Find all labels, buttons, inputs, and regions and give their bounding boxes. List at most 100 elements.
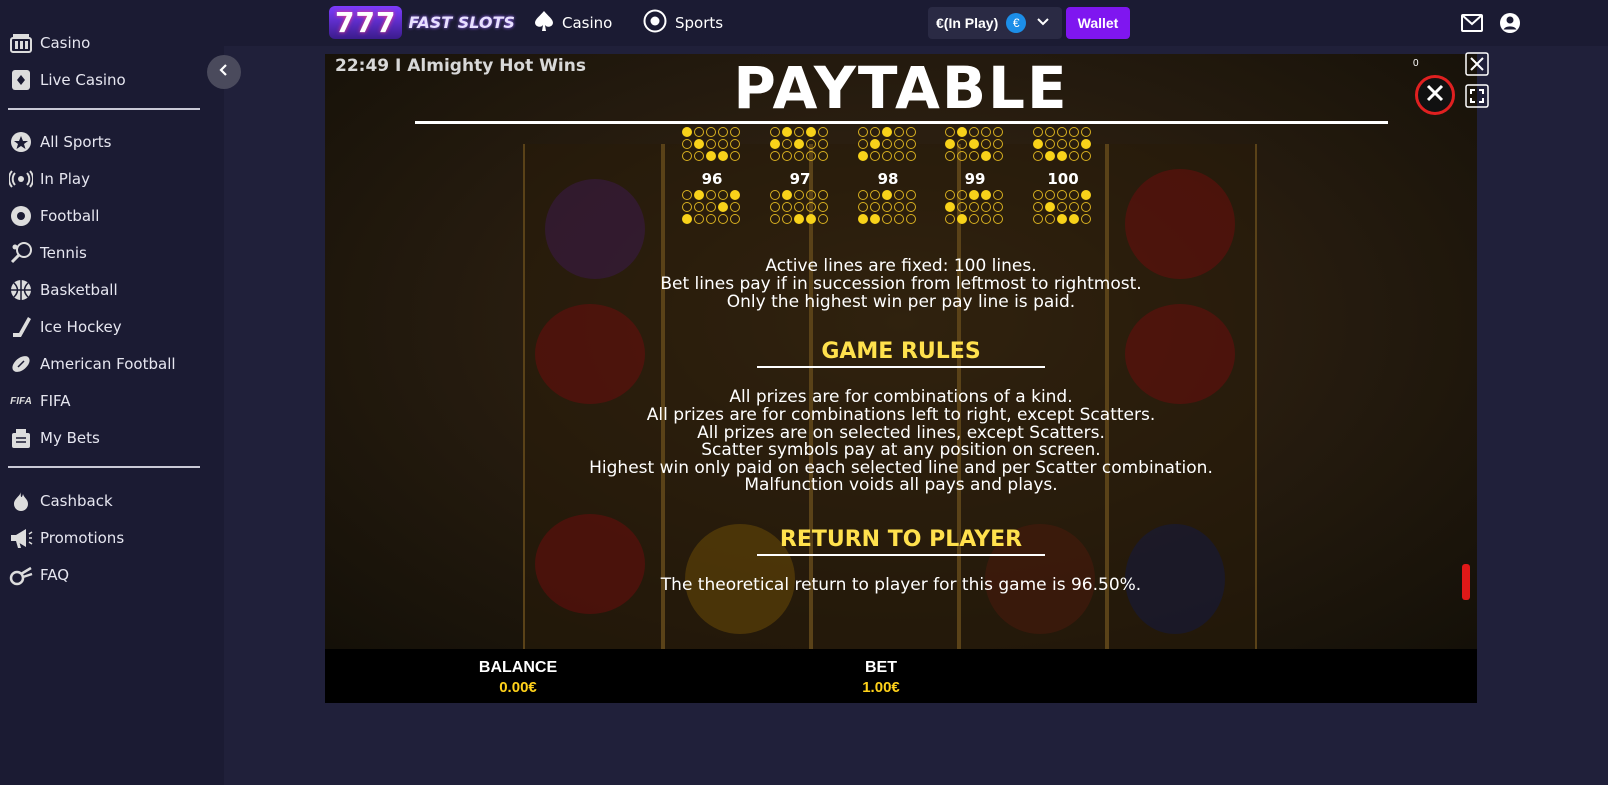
pay-line-dot	[957, 202, 967, 212]
sidebar-item-basketball[interactable]: Basketball	[0, 273, 210, 307]
sidebar-item-label: Tennis	[40, 244, 87, 262]
sidebar-item-my-bets[interactable]: My Bets	[0, 421, 210, 455]
pay-line-dot	[806, 214, 816, 224]
cashback-icon	[0, 490, 40, 512]
sidebar-item-label: Promotions	[40, 529, 125, 547]
pay-line-dot	[969, 214, 979, 224]
pay-line-dot	[894, 151, 904, 161]
balance-value: 0.00€	[499, 679, 537, 696]
mail-icon[interactable]	[1461, 14, 1483, 37]
sidebar-item-american-football[interactable]: American Football	[0, 347, 210, 381]
pay-line-number: 99	[964, 170, 986, 188]
pay-line-dot	[694, 214, 704, 224]
close-game-button[interactable]	[1465, 51, 1489, 78]
sidebar-item-all-sports[interactable]: All Sports	[0, 125, 210, 159]
nav-sports[interactable]: Sports	[643, 9, 723, 37]
pay-line-pattern	[1033, 190, 1093, 234]
pay-line-dot	[1069, 127, 1079, 137]
pay-line-dot	[894, 214, 904, 224]
pay-line-dot	[730, 139, 740, 149]
sidebar-collapse-button[interactable]	[207, 55, 241, 89]
pay-line-dot	[1081, 214, 1091, 224]
balance-label: BALANCE	[478, 659, 558, 676]
pay-line-dot	[993, 202, 1003, 212]
pay-line-dot	[1045, 214, 1055, 224]
pay-line-dot	[770, 139, 780, 149]
basketball-icon	[0, 279, 40, 301]
pay-line-dot	[730, 190, 740, 200]
pay-line-dot	[782, 214, 792, 224]
pay-line-dot	[981, 127, 991, 137]
pay-line-dot	[1057, 151, 1067, 161]
lines-info-line: Only the highest win per pay line is pai…	[726, 292, 1076, 312]
pay-line-dot	[1057, 127, 1067, 137]
sidebar-item-live-casino[interactable]: Live Casino	[0, 63, 210, 97]
close-icon	[1426, 84, 1444, 107]
user-account-icon[interactable]	[1499, 12, 1521, 39]
sidebar-item-label: Casino	[40, 34, 91, 52]
wallet-button[interactable]: Wallet	[1066, 7, 1130, 39]
title-underline	[415, 121, 1388, 124]
pay-line-dot	[870, 214, 880, 224]
pay-line-dot	[806, 151, 816, 161]
sidebar: Casino Live Casino All Sports In Play Fo…	[0, 0, 224, 785]
pay-line-dot	[981, 139, 991, 149]
pay-line-dot	[1069, 202, 1079, 212]
pay-line-dot	[770, 151, 780, 161]
sidebar-item-in-play[interactable]: In Play	[0, 162, 210, 196]
pay-line-dot	[882, 202, 892, 212]
site-logo[interactable]: 777 FAST SLOTS	[329, 2, 515, 42]
pay-line-dot	[682, 190, 692, 200]
rule-line: All prizes are for combinations of a kin…	[729, 387, 1073, 407]
sidebar-item-label: Basketball	[40, 281, 118, 299]
balance-selector[interactable]: €(In Play) €	[928, 7, 1062, 39]
pay-line-dot	[682, 214, 692, 224]
pay-line-dot	[1057, 214, 1067, 224]
sidebar-item-tennis[interactable]: Tennis	[0, 236, 210, 270]
pay-line-dot	[969, 127, 979, 137]
pay-line-dot	[730, 214, 740, 224]
pay-line-dot	[969, 190, 979, 200]
pay-line-dot	[993, 190, 1003, 200]
pay-line-dot	[906, 190, 916, 200]
pay-line-dot	[694, 190, 704, 200]
nav-casino[interactable]: Casino	[534, 9, 612, 37]
pay-line-dot	[794, 139, 804, 149]
pay-line-dot	[957, 139, 967, 149]
pay-line-dot	[794, 202, 804, 212]
sidebar-item-football[interactable]: Football	[0, 199, 210, 233]
sidebar-item-label: Live Casino	[40, 71, 126, 89]
sidebar-item-ice-hockey[interactable]: Ice Hockey	[0, 310, 210, 344]
pay-line-dot	[858, 127, 868, 137]
fullscreen-button[interactable]	[1465, 83, 1489, 113]
sidebar-item-promotions[interactable]: Promotions	[0, 521, 210, 555]
pay-line-number: 98	[877, 170, 899, 188]
sidebar-item-faq[interactable]: FAQ	[0, 558, 210, 592]
sidebar-item-casino[interactable]: Casino	[0, 26, 210, 60]
close-paytable-button[interactable]	[1415, 75, 1455, 115]
pay-line-dot	[906, 214, 916, 224]
pay-line-dot	[1033, 139, 1043, 149]
pay-line-dot	[894, 139, 904, 149]
my-bets-icon	[0, 427, 40, 449]
fullscreen-icon	[1465, 83, 1489, 113]
pay-line-dot	[957, 127, 967, 137]
rtp-text: The theoretical return to player for thi…	[660, 575, 1142, 595]
pay-line-dot	[858, 151, 868, 161]
pay-line-dot	[993, 139, 1003, 149]
sidebar-item-fifa[interactable]: FIFA FIFA	[0, 384, 210, 418]
pay-line-dot	[806, 139, 816, 149]
pay-line-pattern	[770, 190, 830, 234]
pay-line-dot	[1057, 202, 1067, 212]
paytable-scrollbar[interactable]	[1462, 564, 1470, 600]
pay-line-dot	[894, 190, 904, 200]
pay-line-dot	[806, 190, 816, 200]
sidebar-item-label: Ice Hockey	[40, 318, 122, 336]
sidebar-item-label: My Bets	[40, 429, 100, 447]
pay-line-dot	[794, 214, 804, 224]
ice-hockey-icon	[0, 316, 40, 338]
pay-line-dot	[1033, 202, 1043, 212]
pay-line-dot	[1033, 214, 1043, 224]
sidebar-item-cashback[interactable]: Cashback	[0, 484, 210, 518]
pay-line-dot	[870, 139, 880, 149]
